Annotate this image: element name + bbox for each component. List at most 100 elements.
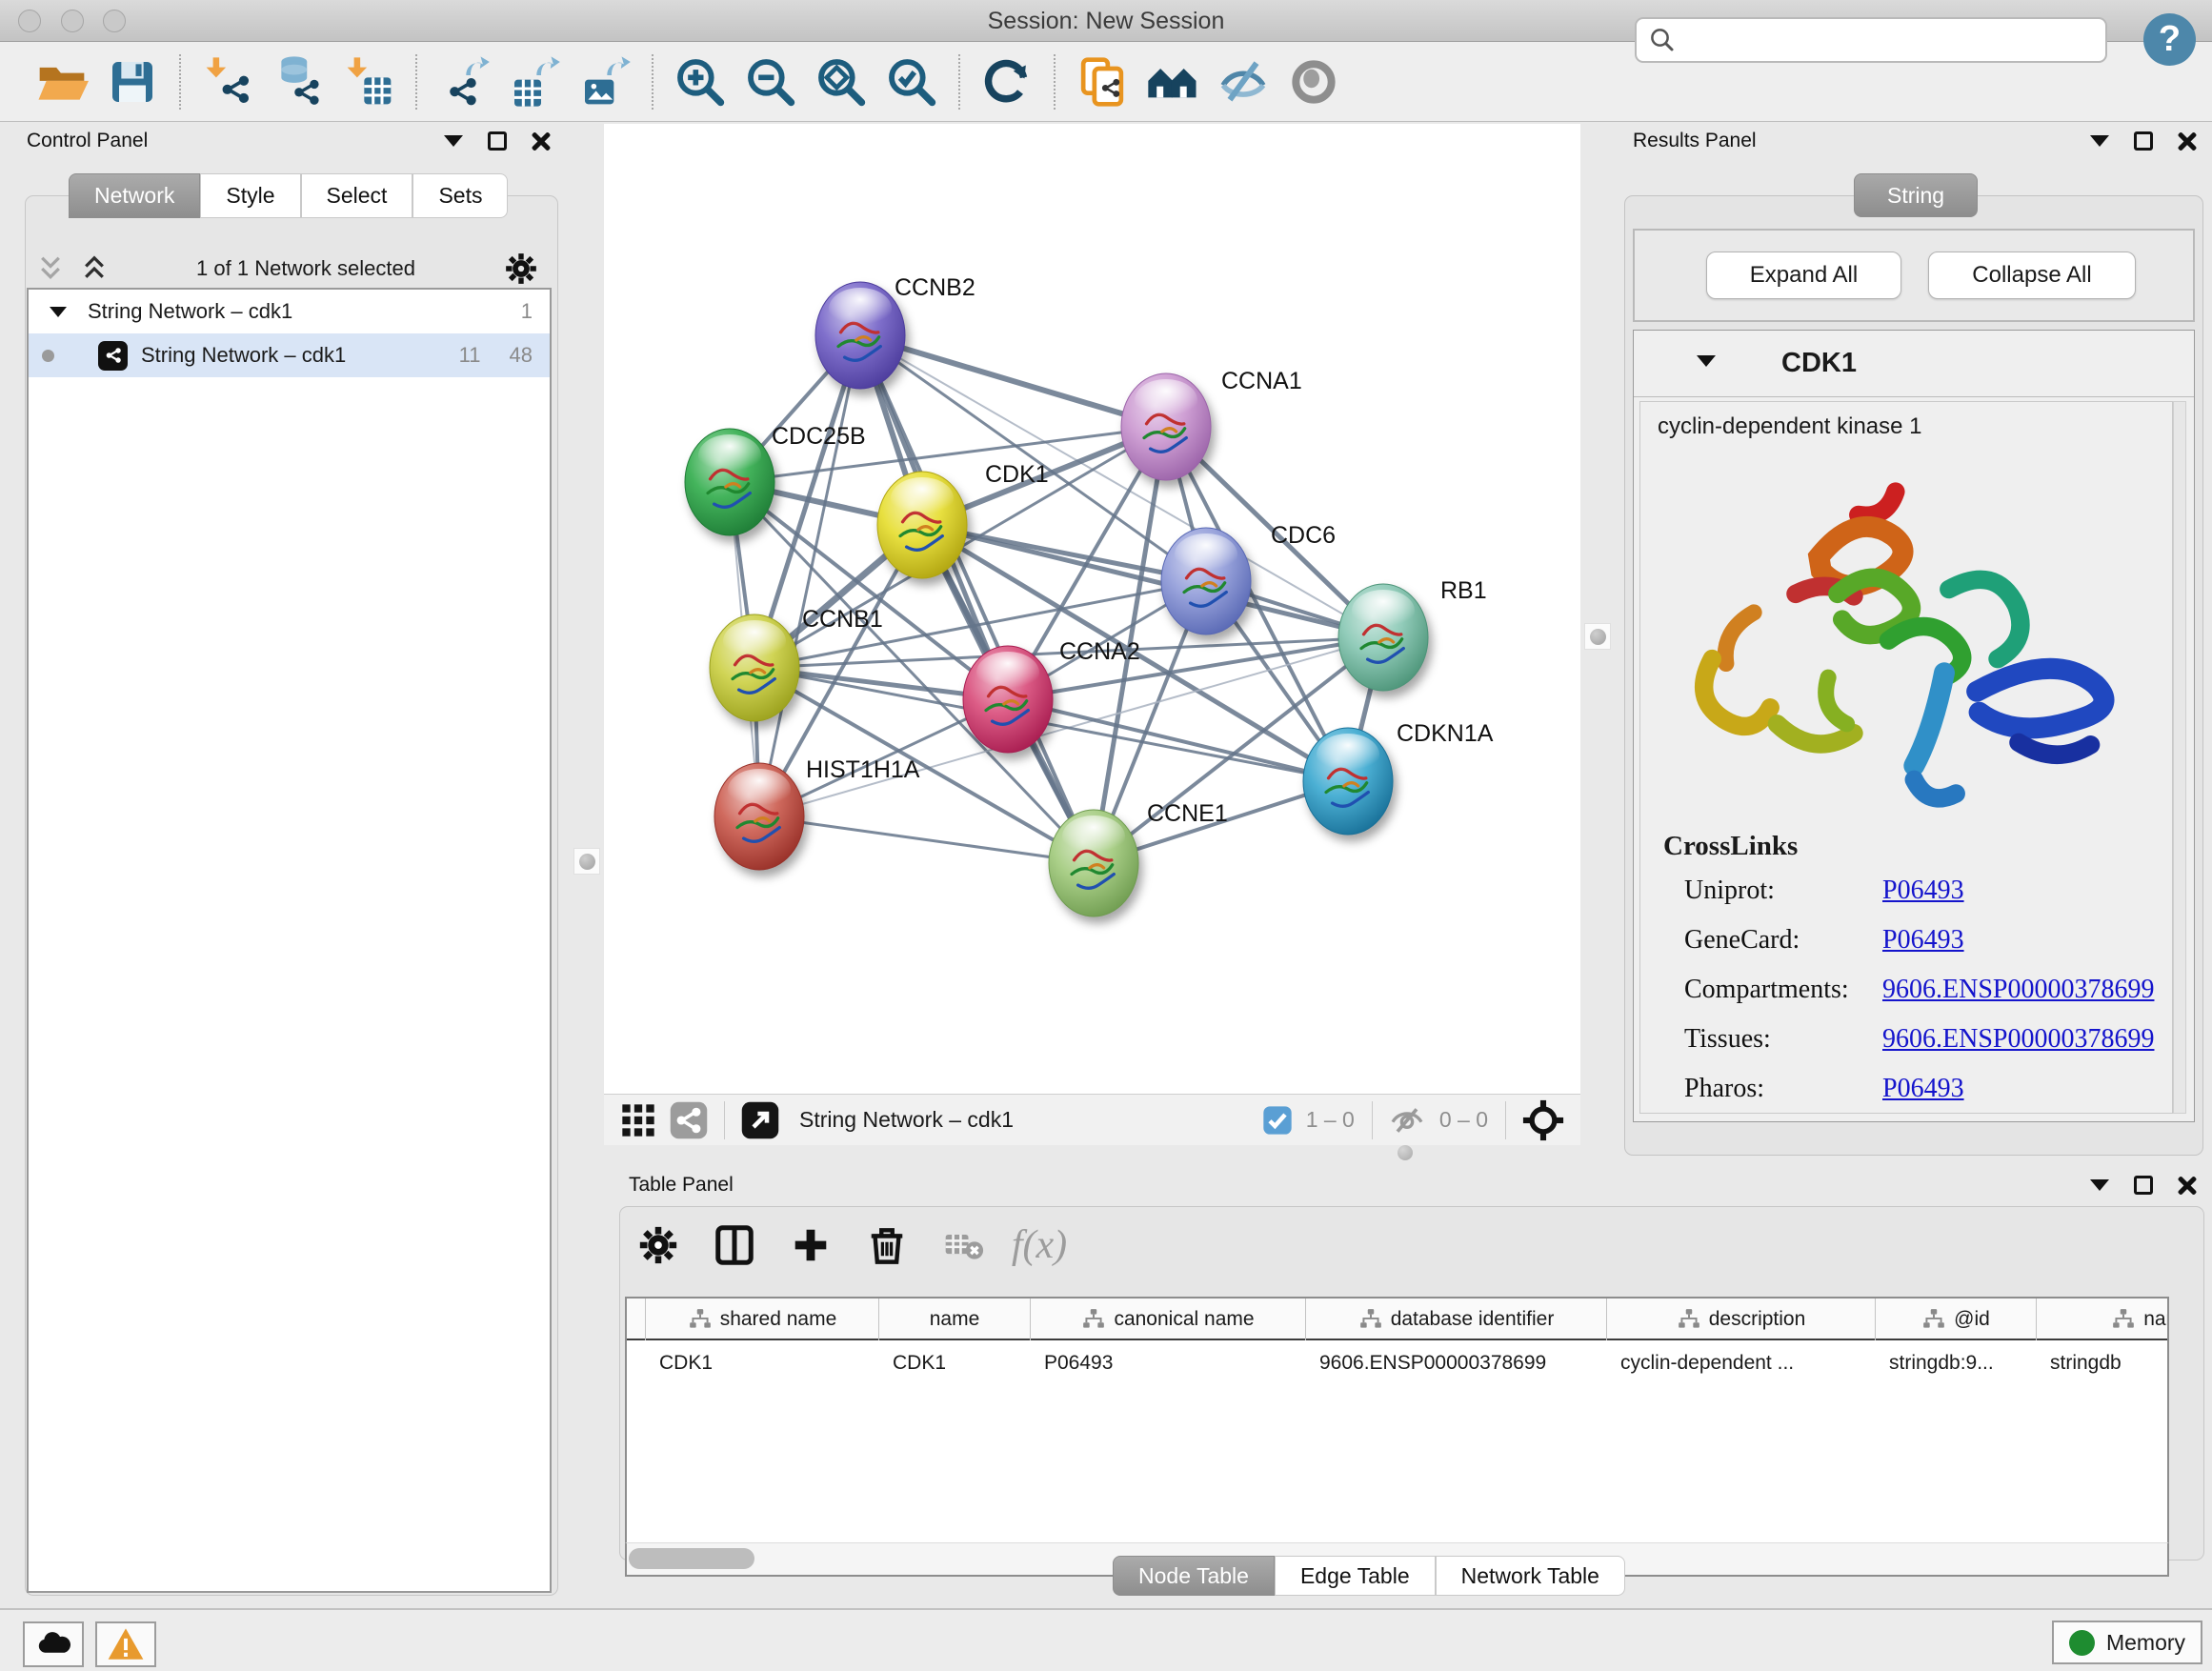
export-network-icon[interactable] <box>434 52 493 111</box>
crosslink-link[interactable]: 9606.ENSP00000378699 <box>1882 1024 2154 1055</box>
show-panel-icon[interactable] <box>1284 52 1343 111</box>
refresh-icon[interactable] <box>977 52 1036 111</box>
edge-CCNB2-CCNE1[interactable] <box>860 335 1094 863</box>
control-panel-float-icon[interactable] <box>488 131 507 151</box>
control-panel-menu-icon[interactable] <box>444 135 463 147</box>
results-panel-close-icon[interactable] <box>2178 131 2197 151</box>
tab-network[interactable]: Network <box>69 173 200 218</box>
table-cell[interactable]: 9606.ENSP00000378699 <box>1306 1342 1607 1384</box>
results-scrollbar[interactable] <box>2173 401 2186 1114</box>
table-panel-menu-icon[interactable] <box>2090 1179 2109 1191</box>
crosslink-link[interactable]: 9606.ENSP00000378699 <box>1882 975 2154 1005</box>
zoom-selected-icon[interactable] <box>882 52 941 111</box>
collapse-all-button[interactable]: Collapse All <box>1928 252 2136 299</box>
node-CCNB2[interactable] <box>815 282 905 389</box>
node-CCNE1[interactable] <box>1049 810 1138 916</box>
column-header-description[interactable]: description <box>1607 1299 1876 1340</box>
gene-section-header[interactable]: CDK1 <box>1634 331 2194 397</box>
table-row[interactable]: CDK1CDK1P064939606.ENSP00000378699cyclin… <box>627 1342 2169 1384</box>
node-CCNA2[interactable] <box>963 646 1053 753</box>
tab-node-table[interactable]: Node Table <box>1113 1556 1275 1596</box>
table-panel-float-icon[interactable] <box>2134 1176 2153 1195</box>
import-database-icon[interactable] <box>269 52 328 111</box>
results-panel-menu-icon[interactable] <box>2090 135 2109 147</box>
cloud-status-button[interactable] <box>23 1621 84 1667</box>
show-columns-icon[interactable] <box>710 1220 759 1270</box>
add-column-icon[interactable] <box>786 1220 835 1270</box>
import-network-icon[interactable] <box>198 52 257 111</box>
hide-panel-icon[interactable] <box>1214 52 1273 111</box>
zoom-in-icon[interactable] <box>671 52 730 111</box>
zoom-fit-icon[interactable] <box>812 52 871 111</box>
table-cell[interactable]: stringdb:9... <box>1876 1342 2037 1384</box>
grid-view-icon[interactable] <box>619 1101 657 1139</box>
network-share-icon[interactable] <box>669 1100 709 1140</box>
network-collection-row[interactable]: String Network – cdk1 1 <box>29 290 550 333</box>
control-panel-close-icon[interactable] <box>532 131 551 151</box>
tree-expander-icon[interactable] <box>50 307 67 317</box>
column-header-shared-name[interactable]: shared name <box>646 1299 879 1340</box>
crosslink-link[interactable]: P06493 <box>1882 876 1964 906</box>
crosslink-link[interactable]: P06493 <box>1882 1074 1964 1104</box>
node-CCNB1[interactable] <box>710 614 799 721</box>
import-table-icon[interactable] <box>339 52 398 111</box>
table-settings-gear-icon[interactable] <box>633 1220 683 1270</box>
expand-all-icon[interactable] <box>80 254 109 283</box>
gear-icon[interactable] <box>503 251 539 287</box>
home-network-icon[interactable] <box>1143 52 1202 111</box>
gene-collapse-icon[interactable] <box>1697 355 1716 367</box>
tab-sets[interactable]: Sets <box>412 173 508 218</box>
column-header--id[interactable]: @id <box>1876 1299 2037 1340</box>
left-splitter-handle[interactable] <box>573 848 600 875</box>
node-CDC6[interactable] <box>1161 528 1251 634</box>
network-canvas[interactable]: CCNB2 CCNA1 CDC25B CDK1 CDC6 RB1 CCNB1 C… <box>604 124 1580 1094</box>
column-header-database-identifier[interactable]: database identifier <box>1306 1299 1607 1340</box>
crosslink-link[interactable]: P06493 <box>1882 925 1964 956</box>
tab-select[interactable]: Select <box>301 173 413 218</box>
edge-CCNB2-CCNA1[interactable] <box>860 335 1166 427</box>
column-header-namespace[interactable]: namespace <box>2037 1299 2169 1340</box>
selected-checkbox-icon[interactable] <box>1262 1105 1293 1136</box>
table-cell[interactable]: cyclin-dependent ... <box>1607 1342 1876 1384</box>
help-button[interactable]: ? <box>2143 13 2196 66</box>
edge-CCNB2-HIST1H1A[interactable] <box>759 335 860 816</box>
tab-network-table[interactable]: Network Table <box>1436 1556 1625 1596</box>
table-scrollbar-thumb[interactable] <box>629 1548 754 1569</box>
expand-all-button[interactable]: Expand All <box>1706 252 1901 299</box>
node-CDKN1A[interactable] <box>1303 728 1393 835</box>
search-input[interactable] <box>1677 21 2105 59</box>
column-header-canonical-name[interactable]: canonical name <box>1031 1299 1306 1340</box>
save-session-icon[interactable] <box>103 52 162 111</box>
table-cell[interactable]: CDK1 <box>879 1342 1031 1384</box>
open-in-new-window-icon[interactable] <box>740 1100 780 1140</box>
tab-edge-table[interactable]: Edge Table <box>1275 1556 1436 1596</box>
table-cell[interactable]: stringdb <box>2037 1342 2169 1384</box>
table-cell[interactable]: P06493 <box>1031 1342 1306 1384</box>
zoom-out-icon[interactable] <box>741 52 800 111</box>
search-box[interactable] <box>1635 17 2107 63</box>
collapse-all-icon[interactable] <box>36 254 65 283</box>
warnings-button[interactable] <box>95 1621 156 1667</box>
string-import-icon[interactable] <box>1073 52 1132 111</box>
node-RB1[interactable] <box>1338 584 1428 691</box>
delete-column-trash-icon[interactable] <box>862 1220 912 1270</box>
export-table-icon[interactable] <box>505 52 564 111</box>
column-header-name[interactable]: name <box>879 1299 1031 1340</box>
node-CDC25B[interactable] <box>685 429 774 535</box>
node-table[interactable]: shared namename canonical name database … <box>625 1297 2169 1542</box>
table-panel-close-icon[interactable] <box>2178 1176 2197 1195</box>
results-panel-float-icon[interactable] <box>2134 131 2153 151</box>
export-image-icon[interactable] <box>575 52 634 111</box>
node-CDK1[interactable] <box>877 472 967 578</box>
network-row[interactable]: String Network – cdk1 11 48 <box>29 333 550 377</box>
open-session-icon[interactable] <box>32 52 91 111</box>
right-splitter-handle[interactable] <box>1584 623 1611 650</box>
memory-button[interactable]: Memory <box>2052 1621 2202 1664</box>
node-CCNA1[interactable] <box>1121 373 1211 480</box>
birds-eye-view-icon[interactable] <box>1521 1098 1565 1142</box>
node-HIST1H1A[interactable] <box>714 763 804 870</box>
edge-CCNE1-HIST1H1A[interactable] <box>759 816 1094 863</box>
table-cell[interactable]: CDK1 <box>646 1342 879 1384</box>
tab-style[interactable]: Style <box>200 173 300 218</box>
tab-string[interactable]: String <box>1854 173 1978 217</box>
